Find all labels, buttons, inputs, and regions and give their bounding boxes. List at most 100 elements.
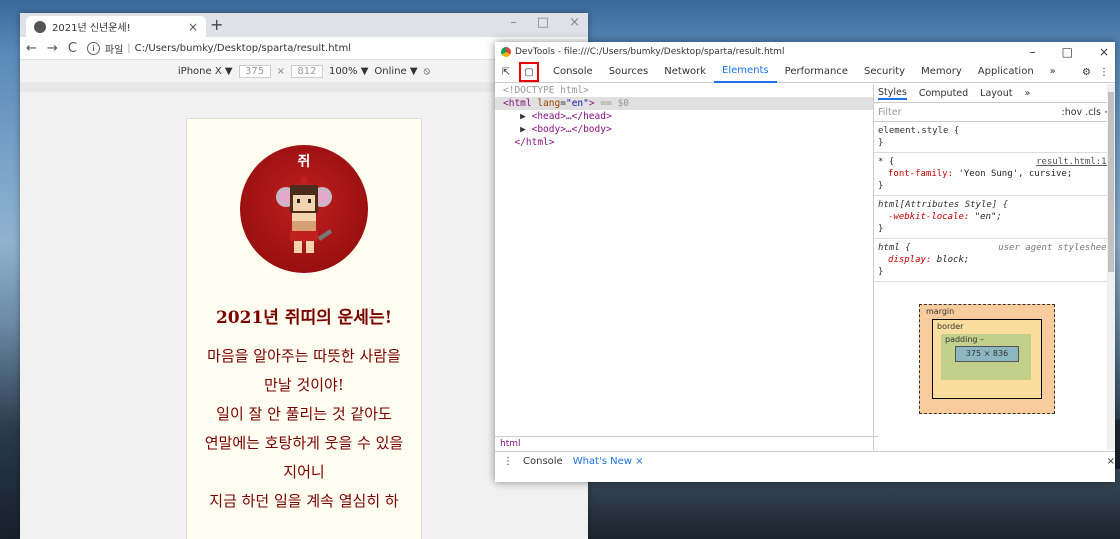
rule-close: } <box>878 181 884 191</box>
more-tabs-button[interactable]: » <box>1042 62 1064 82</box>
html-open-tag: <html <box>503 98 532 109</box>
animal-label: 쥐 <box>297 154 311 170</box>
new-tab-button[interactable]: + <box>210 15 223 34</box>
tab-bar: 2021년 신년운세! × + – □ × <box>20 13 588 37</box>
styles-more-button[interactable]: » <box>1024 88 1030 99</box>
minimize-icon[interactable]: – <box>1030 45 1036 59</box>
prop-value: 'Yeon Sung', cursive; <box>958 169 1073 179</box>
devtools-tabbar: ⇱ ▢ Console Sources Network Elements Per… <box>495 62 1115 83</box>
box-model-content: 375 × 836 <box>955 346 1019 362</box>
breadcrumb[interactable]: html <box>495 436 878 451</box>
head-tag: <head>…</head> <box>531 111 612 122</box>
tab-sources[interactable]: Sources <box>601 62 657 82</box>
inspect-element-icon[interactable]: ⇱ <box>499 65 513 79</box>
body-node[interactable]: ▶ <body>…</body> <box>495 123 873 136</box>
network-select[interactable]: Online ▼ <box>374 66 417 77</box>
tab-title: 2021년 신년운세! <box>52 23 131 34</box>
box-model-border: border padding – 375 × 836 <box>932 319 1042 399</box>
url-prefix: 파일 <box>104 44 124 56</box>
mobile-page: 쥐 2021년 쥐띠의 운세는! 마음을 알아주는 따뜻한 사람을 만날 것이야… <box>186 118 422 539</box>
settings-gear-icon[interactable]: ⚙ <box>1082 67 1091 78</box>
device-select[interactable]: iPhone X ▼ <box>178 66 233 77</box>
fortune-image: 쥐 <box>240 145 368 273</box>
browser-tab[interactable]: 2021년 신년운세! × <box>26 16 206 37</box>
body-tag: <body>…</body> <box>531 124 612 135</box>
prop-value: block; <box>936 255 970 265</box>
html-close-node[interactable]: </html> <box>495 136 873 149</box>
styles-filter[interactable]: Filter :hov .cls + <box>874 103 1115 122</box>
devtools-window-controls: – □ × <box>1030 45 1109 59</box>
url-text: C:/Users/bumky/Desktop/sparta/result.htm… <box>134 42 351 54</box>
tab-application[interactable]: Application <box>970 62 1042 82</box>
maximize-icon[interactable]: □ <box>537 15 549 30</box>
url-separator: | <box>127 42 131 54</box>
device-toggle-icon[interactable]: ▢ <box>519 62 539 82</box>
rule-selector: element.style { <box>878 126 960 136</box>
tab-network[interactable]: Network <box>656 62 714 82</box>
selected-marker: == $0 <box>600 98 629 109</box>
rotate-icon[interactable]: ⦸ <box>424 66 431 77</box>
styles-pane: Styles Computed Layout » Filter :hov .cl… <box>873 84 1115 450</box>
styles-tabbar: Styles Computed Layout » <box>874 84 1115 103</box>
tab-security[interactable]: Security <box>856 62 913 82</box>
reload-icon[interactable]: C <box>68 41 77 56</box>
forward-arrow-icon[interactable]: → <box>47 41 58 56</box>
close-icon[interactable]: × <box>1099 45 1109 59</box>
doctype-node[interactable]: <!DOCTYPE html> <box>495 84 873 97</box>
drawer-tab-whats-new[interactable]: What's New × <box>573 456 644 467</box>
head-node[interactable]: ▶ <head>…</head> <box>495 110 873 123</box>
filter-input[interactable]: Filter <box>878 107 902 118</box>
drawer-tab-console[interactable]: Console <box>523 456 563 467</box>
html-node[interactable]: <html lang="en"> == $0 <box>495 97 873 110</box>
zoom-select[interactable]: 100% ▼ <box>329 66 368 77</box>
drawer-close-icon[interactable]: × <box>1107 456 1115 467</box>
height-input[interactable]: 812 <box>290 64 323 78</box>
styles-scrollbar[interactable] <box>1107 84 1115 450</box>
box-model-diagram: margin border padding – 375 × 836 <box>919 304 1055 414</box>
fortune-title: 2021년 쥐띠의 운세는! <box>215 308 393 328</box>
rule-source-link[interactable]: result.html:13 <box>1036 156 1112 168</box>
margin-label: margin <box>926 307 955 316</box>
box-model-padding: padding – 375 × 836 <box>941 334 1031 380</box>
devtools-actions: ⚙ ⋮ <box>1082 67 1115 78</box>
rule-property: -webkit-locale: "en"; <box>888 212 1002 222</box>
scrollbar-thumb[interactable] <box>1108 92 1114 272</box>
mouse-character-icon <box>276 177 332 253</box>
prop-name: font-family <box>888 169 948 179</box>
devtools-title: DevTools - file:///C:/Users/bumky/Deskto… <box>515 47 785 57</box>
tab-styles[interactable]: Styles <box>878 87 907 100</box>
style-rule: user agent stylesheet html { display: bl… <box>874 239 1115 282</box>
drawer-menu-icon[interactable]: ⋮ <box>503 456 513 467</box>
style-rule: element.style { } <box>874 122 1115 153</box>
rule-close: } <box>878 224 884 234</box>
fortune-line: 일이 잘 안 풀리는 것 같아도 <box>216 405 392 423</box>
fortune-line: 만날 것이야! <box>264 376 344 394</box>
browser-window-controls: – □ × <box>510 15 580 30</box>
more-menu-icon[interactable]: ⋮ <box>1099 67 1109 78</box>
info-icon[interactable]: i <box>86 41 100 55</box>
close-icon[interactable]: × <box>569 15 580 30</box>
tab-computed[interactable]: Computed <box>919 88 968 99</box>
prop-name: -webkit-locale <box>888 212 964 222</box>
filter-options[interactable]: :hov .cls + <box>1062 107 1113 118</box>
style-rule: result.html:13 * { font-family: 'Yeon Su… <box>874 153 1115 196</box>
maximize-icon[interactable]: □ <box>1062 45 1073 59</box>
padding-label: padding – <box>945 335 985 344</box>
devtools-window: DevTools - file:///C:/Users/bumky/Deskto… <box>495 42 1115 482</box>
tab-close-button[interactable]: × <box>188 20 198 34</box>
fortune-line: 지어니 <box>283 463 325 481</box>
tab-layout[interactable]: Layout <box>980 88 1012 99</box>
border-label: border <box>937 322 964 331</box>
tab-memory[interactable]: Memory <box>913 62 970 82</box>
rule-property: font-family: 'Yeon Sung', cursive; <box>888 169 1073 179</box>
tab-elements[interactable]: Elements <box>714 61 777 83</box>
width-input[interactable]: 375 <box>238 64 271 78</box>
tab-performance[interactable]: Performance <box>777 62 856 82</box>
back-arrow-icon[interactable]: ← <box>26 41 37 56</box>
fortune-line: 연말에는 호탕하게 웃을 수 있을 <box>204 434 404 452</box>
elements-tree: <!DOCTYPE html> <html lang="en"> == $0 ▶… <box>495 84 873 436</box>
tab-console[interactable]: Console <box>545 62 601 82</box>
rule-selector: html[Attributes Style] { <box>878 200 1009 210</box>
fortune-body: 마음을 알아주는 따뜻한 사람을 만날 것이야! 일이 잘 안 풀리는 것 같아… <box>187 342 421 516</box>
minimize-icon[interactable]: – <box>510 15 517 30</box>
